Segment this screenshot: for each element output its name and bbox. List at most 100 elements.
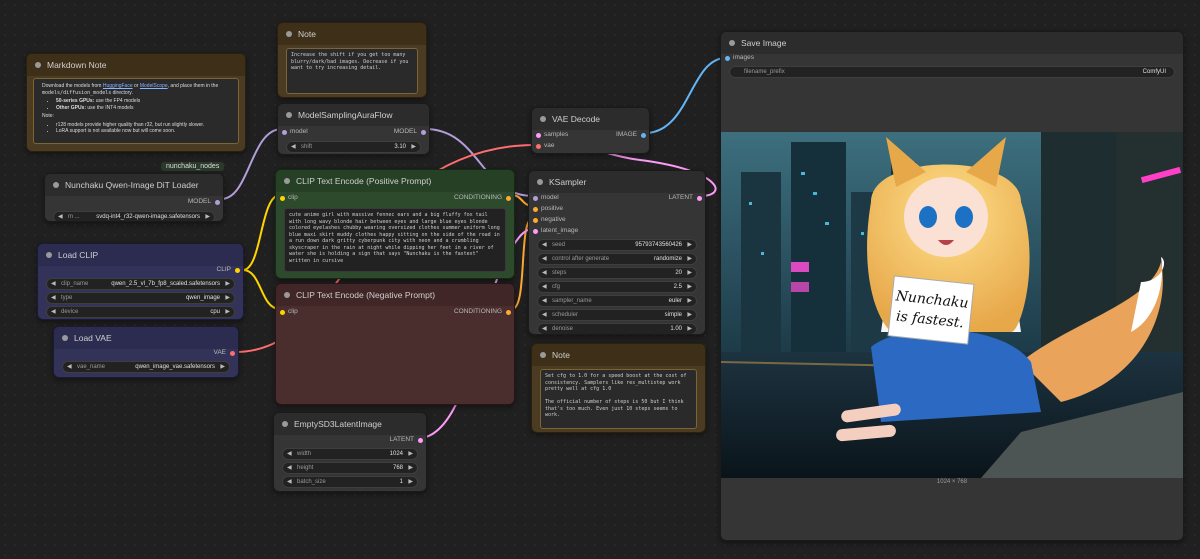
arrow-left-icon[interactable]: ◀ (67, 363, 72, 370)
increment-icon[interactable]: ▶ (687, 269, 692, 276)
load-clip-title-bar[interactable]: Load CLIP (38, 244, 243, 266)
filename-prefix-text-widget[interactable]: filename_prefix ComfyUI (729, 66, 1175, 78)
width-number-widget[interactable]: ◀ width 1024 ▶ (282, 448, 418, 460)
arrow-right-icon[interactable]: ▶ (687, 297, 692, 304)
load-clip-node[interactable]: Load CLIP CLIP ◀ clip_name qwen_2.5_vl_7b_… (37, 243, 244, 320)
denoise-number-widget[interactable]: ◀ denoise 1.00 ▶ (537, 323, 697, 334)
output-vae-slot[interactable] (230, 351, 235, 356)
arrow-right-icon[interactable]: ▶ (687, 311, 692, 318)
collapse-dot-icon[interactable] (540, 116, 546, 122)
input-model-slot[interactable] (282, 130, 287, 135)
arrow-left-icon[interactable]: ◀ (51, 280, 56, 287)
input-positive-slot[interactable] (533, 207, 538, 212)
decrement-icon[interactable]: ◀ (287, 450, 292, 457)
note-node-cfg[interactable]: Note Set cfg to 1.0 for a speed boost at… (531, 343, 706, 433)
collapse-dot-icon[interactable] (729, 40, 735, 46)
collapse-dot-icon[interactable] (537, 179, 543, 185)
clip-type-combo[interactable]: ◀ type qwen_image ▶ (46, 292, 235, 304)
scheduler-combo[interactable]: ◀ scheduler simple ▶ (537, 309, 697, 321)
input-images-slot[interactable] (725, 56, 730, 61)
input-samples-slot[interactable] (536, 133, 541, 138)
markdown-title-bar[interactable]: Markdown Note (27, 54, 245, 76)
input-negative-slot[interactable] (533, 218, 538, 223)
control-after-generate-combo[interactable]: ◀ control after generate randomize ▶ (537, 253, 697, 265)
arrow-right-icon[interactable]: ▶ (225, 280, 230, 287)
output-model-slot[interactable] (421, 130, 426, 135)
generated-image-preview[interactable]: Nunchaku is fastest. (721, 132, 1183, 478)
model-sampling-title-bar[interactable]: ModelSamplingAuraFlow (278, 104, 429, 126)
output-latent-slot[interactable] (418, 438, 423, 443)
output-image-slot[interactable] (641, 133, 646, 138)
decrement-icon[interactable]: ◀ (542, 241, 547, 248)
sampler-name-combo[interactable]: ◀ sampler_name euler ▶ (537, 295, 697, 307)
clip-name-combo[interactable]: ◀ clip_name qwen_2.5_vl_7b_fp8_scaled.safe… (46, 278, 235, 290)
note-title-bar[interactable]: Note (278, 23, 426, 45)
ksampler-title-bar[interactable]: KSampler (529, 171, 705, 193)
increment-icon[interactable]: ▶ (687, 283, 692, 290)
arrow-right-icon[interactable]: ▶ (225, 294, 230, 301)
clip-negative-node[interactable]: CLIP Text Encode (Negative Prompt) clip C… (275, 283, 515, 405)
note-node-shift[interactable]: Note Increase the shift if you get too m… (277, 22, 427, 98)
collapse-dot-icon[interactable] (284, 178, 290, 184)
arrow-left-icon[interactable]: ◀ (542, 255, 547, 262)
output-model-slot[interactable] (215, 200, 220, 205)
collapse-dot-icon[interactable] (53, 182, 59, 188)
input-clip-slot[interactable] (280, 196, 285, 201)
save-image-node[interactable]: Save Image images filename_prefix ComfyUI (720, 31, 1184, 541)
collapse-dot-icon[interactable] (286, 112, 292, 118)
empty-latent-title-bar[interactable]: EmptySD3LatentImage (274, 413, 426, 435)
dit-loader-title-bar[interactable]: Nunchaku Qwen-Image DiT Loader (45, 174, 223, 196)
huggingface-link[interactable]: HuggingFace (103, 83, 133, 89)
input-latent-image-slot[interactable] (533, 229, 538, 234)
vae-decode-node[interactable]: VAE Decode samples IMAGE vae (531, 107, 650, 154)
input-model-slot[interactable] (533, 196, 538, 201)
arrow-left-icon[interactable]: ◀ (542, 297, 547, 304)
arrow-left-icon[interactable]: ◀ (51, 294, 56, 301)
shift-number-widget[interactable]: ◀ shift 3.10 ▶ (286, 141, 421, 153)
output-latent-slot[interactable] (697, 196, 702, 201)
note-text[interactable]: Set cfg to 1.0 for a speed boost at the … (540, 369, 697, 429)
vae-name-combo[interactable]: ◀ vae_name qwen_image_vae.safetensors ▶ (62, 361, 230, 373)
seed-number-widget[interactable]: ◀ seed 95793743560426 ▶ (537, 239, 697, 251)
output-conditioning-slot[interactable] (506, 196, 511, 201)
collapse-dot-icon[interactable] (62, 335, 68, 341)
note-title-bar[interactable]: Note (532, 344, 705, 366)
empty-latent-node[interactable]: EmptySD3LatentImage LATENT ◀ width 1024 ▶ ◀… (273, 412, 427, 492)
cfg-number-widget[interactable]: ◀ cfg 2.5 ▶ (537, 281, 697, 293)
collapse-dot-icon[interactable] (282, 421, 288, 427)
note-text[interactable]: Increase the shift if you get too many b… (286, 48, 418, 94)
output-clip-slot[interactable] (235, 268, 240, 273)
decrement-icon[interactable]: ◀ (542, 269, 547, 276)
arrow-right-icon[interactable]: ▶ (687, 255, 692, 262)
clip-device-combo[interactable]: ◀ device cpu ▶ (46, 306, 235, 318)
arrow-left-icon[interactable]: ◀ (51, 308, 56, 315)
save-image-title-bar[interactable]: Save Image (721, 32, 1183, 54)
model-sampling-node[interactable]: ModelSamplingAuraFlow model MODEL ◀ shift 3… (277, 103, 430, 155)
collapse-dot-icon[interactable] (540, 352, 546, 358)
decrement-icon[interactable]: ◀ (287, 478, 292, 485)
markdown-note-node[interactable]: Markdown Note Download the models from H… (26, 53, 246, 152)
steps-number-widget[interactable]: ◀ steps 20 ▶ (537, 267, 697, 279)
collapse-dot-icon[interactable] (46, 252, 52, 258)
increment-icon[interactable]: ▶ (408, 478, 413, 485)
increment-icon[interactable]: ▶ (687, 241, 692, 248)
increment-icon[interactable]: ▶ (687, 325, 692, 332)
batch-size-number-widget[interactable]: ◀ batch_size 1 ▶ (282, 476, 418, 488)
modelscope-link[interactable]: ModelScope (140, 83, 168, 89)
output-conditioning-slot[interactable] (506, 310, 511, 315)
collapse-dot-icon[interactable] (35, 62, 41, 68)
increment-icon[interactable]: ▶ (408, 450, 413, 457)
increment-icon[interactable]: ▶ (408, 464, 413, 471)
arrow-right-icon[interactable]: ▶ (225, 308, 230, 315)
increment-icon[interactable]: ▶ (411, 143, 416, 150)
vae-decode-title-bar[interactable]: VAE Decode (532, 108, 649, 130)
load-vae-title-bar[interactable]: Load VAE (54, 327, 238, 349)
collapse-dot-icon[interactable] (286, 31, 292, 37)
dit-loader-node[interactable]: Nunchaku Qwen-Image DiT Loader MODEL ◀ m … (44, 173, 224, 222)
arrow-right-icon[interactable]: ▶ (205, 213, 210, 220)
decrement-icon[interactable]: ◀ (542, 283, 547, 290)
clip-positive-title-bar[interactable]: CLIP Text Encode (Positive Prompt) (276, 170, 514, 192)
decrement-icon[interactable]: ◀ (291, 143, 296, 150)
model-path-combo[interactable]: ◀ m ... svdq-int4_r32-qwen-image.safetenso… (53, 211, 215, 221)
height-number-widget[interactable]: ◀ height 768 ▶ (282, 462, 418, 474)
